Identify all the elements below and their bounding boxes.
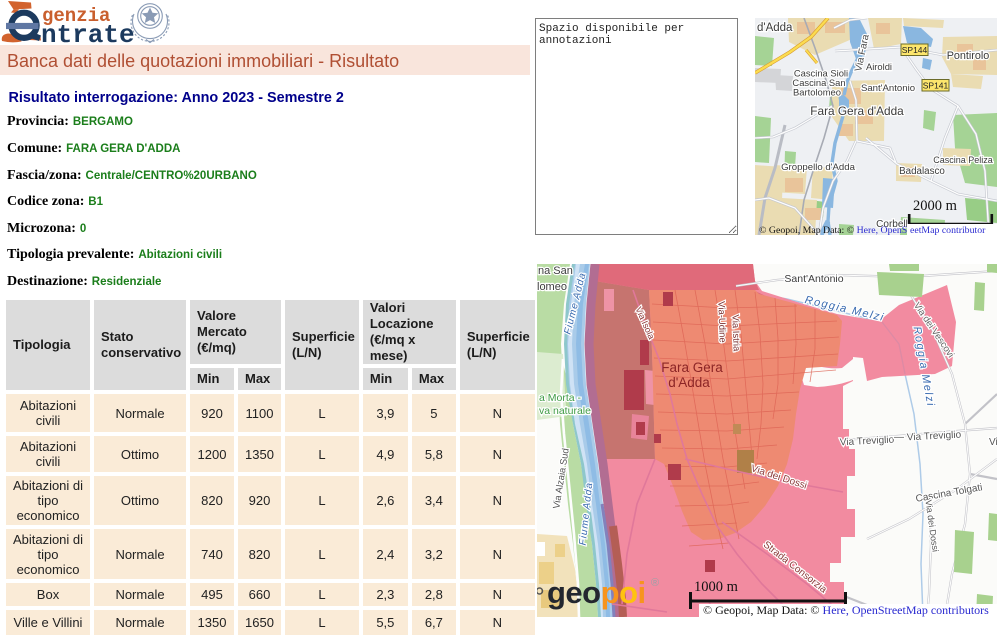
svg-text:1000 m: 1000 m (694, 579, 739, 595)
svg-text:lomeo: lomeo (537, 281, 567, 293)
svg-text:®: ® (651, 577, 659, 589)
svg-text:eetMap contributor: eetMap contributor (910, 225, 986, 235)
svg-text:© Geopoi, Map Data: © Here, Op: © Geopoi, Map Data: © Here, OpenStreetMa… (703, 603, 989, 617)
svg-text:© Geopoi, Map Data: © Here, Op: © Geopoi, Map Data: © Here, OpenS (759, 225, 907, 235)
svg-text:Airoldi: Airoldi (866, 61, 892, 72)
svg-text:na San: na San (538, 265, 573, 277)
svg-text:—: — (894, 432, 904, 443)
svg-text:a Morta -: a Morta - (539, 392, 582, 404)
svg-text:SP141: SP141 (923, 81, 949, 91)
svg-text:2000 m: 2000 m (913, 198, 958, 214)
svg-text:d'Adda: d'Adda (757, 22, 793, 34)
svg-text:Pontirolo: Pontirolo (947, 50, 990, 62)
svg-text:Badalasco: Badalasco (899, 166, 945, 177)
svg-text:Via Istria: Via Istria (729, 314, 741, 352)
svg-text:Fara Gera d'Adda: Fara Gera d'Adda (810, 104, 904, 118)
svg-text:Groppello d'Adda: Groppello d'Adda (781, 162, 856, 173)
svg-text:va naturale: va naturale (539, 405, 591, 417)
svg-text:Sant'Antonio: Sant'Antonio (861, 83, 915, 94)
svg-text:SP144: SP144 (902, 45, 928, 55)
svg-text:geopoi: geopoi (547, 575, 646, 610)
svg-text:Sant'Antonio: Sant'Antonio (784, 273, 843, 285)
svg-text:Vi: Vi (989, 437, 997, 448)
svg-text:Via-Udine: Via-Udine (715, 301, 727, 343)
svg-text:d'Adda: d'Adda (668, 375, 710, 390)
svg-text:Cascina Peliza: Cascina Peliza (933, 155, 993, 165)
svg-text:Fara Gera: Fara Gera (661, 360, 723, 375)
svg-text:Bartolomeo: Bartolomeo (793, 87, 841, 98)
